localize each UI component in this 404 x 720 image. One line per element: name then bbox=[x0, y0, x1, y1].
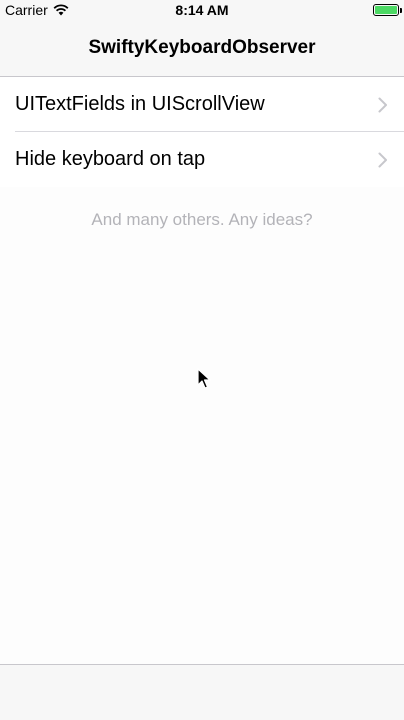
mouse-pointer-icon bbox=[197, 368, 211, 389]
menu-item-textfields-in-scrollview[interactable]: UITextFields in UIScrollView bbox=[0, 77, 404, 132]
status-left: Carrier bbox=[5, 2, 69, 18]
menu-item-hide-keyboard-on-tap[interactable]: Hide keyboard on tap bbox=[0, 132, 404, 187]
status-bar: Carrier 8:14 AM bbox=[0, 0, 404, 20]
carrier-label: Carrier bbox=[5, 2, 48, 18]
chevron-right-icon bbox=[378, 97, 387, 112]
wifi-icon bbox=[53, 4, 69, 16]
bottom-toolbar bbox=[0, 664, 404, 720]
footer-note: And many others. Any ideas? bbox=[91, 210, 313, 229]
menu-table: UITextFields in UIScrollView Hide keyboa… bbox=[0, 77, 404, 187]
menu-item-label: UITextFields in UIScrollView bbox=[15, 93, 265, 115]
page-title: SwiftyKeyboardObserver bbox=[88, 37, 316, 58]
battery-icon bbox=[373, 4, 402, 16]
battery-fill bbox=[375, 6, 397, 14]
menu-item-label: Hide keyboard on tap bbox=[15, 148, 206, 170]
navigation-bar: SwiftyKeyboardObserver bbox=[0, 20, 404, 77]
chevron-right-icon bbox=[378, 152, 387, 167]
status-right bbox=[373, 4, 402, 16]
